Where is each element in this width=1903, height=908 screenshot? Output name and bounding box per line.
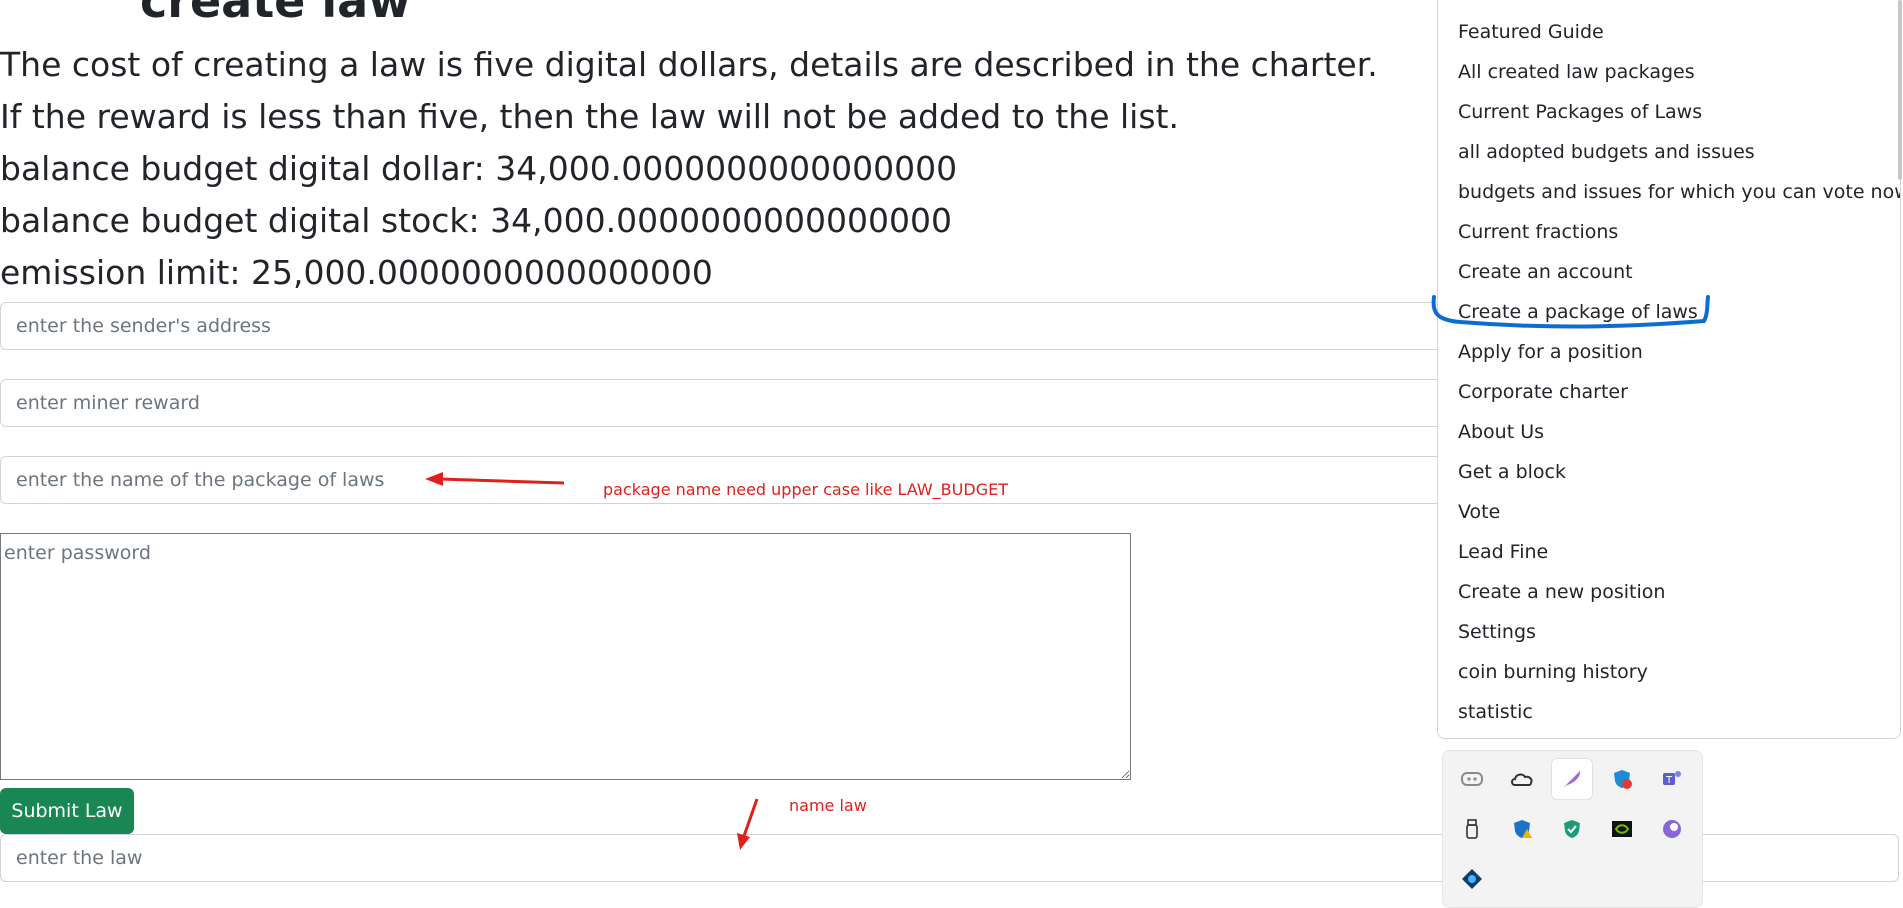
menu-item-all-created-law-packages[interactable]: All created law packages (1438, 52, 1900, 92)
discord-icon[interactable] (1452, 759, 1492, 799)
menu-item-corporate-charter[interactable]: Corporate charter (1438, 372, 1900, 412)
shield-check-icon[interactable] (1552, 809, 1592, 849)
menu-scrollbar[interactable] (1898, 0, 1902, 180)
stock-balance-text: balance budget digital stock: 34,000.000… (0, 201, 953, 240)
menu-item-get-block[interactable]: Get a block (1438, 452, 1900, 492)
teams-icon[interactable]: T (1652, 759, 1692, 799)
page-title: create law (140, 0, 411, 28)
browser-icon[interactable] (1652, 809, 1692, 849)
menu-item-apply-for-position[interactable]: Apply for a position (1438, 332, 1900, 372)
menu-item-create-new-position[interactable]: Create a new position (1438, 572, 1900, 612)
nav-dropdown-menu: Featured Guide All created law packages … (1437, 0, 1901, 739)
menu-item-about-us[interactable]: About Us (1438, 412, 1900, 452)
name-law-annotation: name law (789, 796, 867, 815)
menu-item-settings[interactable]: Settings (1438, 612, 1900, 652)
security-shield-icon[interactable] (1602, 759, 1642, 799)
system-tray-flyout: T (1442, 750, 1703, 908)
menu-item-statistic[interactable]: statistic (1438, 692, 1900, 732)
cost-info-text: The cost of creating a law is five digit… (0, 45, 1378, 84)
svg-text:T: T (1665, 775, 1673, 786)
emission-limit-text: emission limit: 25,000.0000000000000000 (0, 253, 713, 292)
menu-item-votable-budgets[interactable]: budgets and issues for which you can vot… (1438, 172, 1900, 212)
package-name-annotation: package name need upper case like LAW_BU… (603, 480, 1008, 499)
menu-item-adopted-budgets[interactable]: all adopted budgets and issues (1438, 132, 1900, 172)
reward-info-text: If the reward is less than five, then th… (0, 97, 1179, 136)
submit-law-button[interactable]: Submit Law (0, 788, 134, 834)
menu-item-current-fractions[interactable]: Current fractions (1438, 212, 1900, 252)
usb-drive-icon[interactable] (1452, 809, 1492, 849)
menu-item-current-packages-of-laws[interactable]: Current Packages of Laws (1438, 92, 1900, 132)
menu-item-create-package-of-laws[interactable]: Create a package of laws (1438, 292, 1900, 332)
password-field[interactable] (0, 533, 1131, 780)
feather-pen-icon[interactable] (1552, 759, 1592, 799)
diamond-app-icon[interactable] (1452, 859, 1492, 899)
onedrive-cloud-icon[interactable] (1502, 759, 1542, 799)
menu-item-create-account[interactable]: Create an account (1438, 252, 1900, 292)
nvidia-icon[interactable] (1602, 809, 1642, 849)
dollar-balance-text: balance budget digital dollar: 34,000.00… (0, 149, 958, 188)
defender-warning-icon[interactable] (1502, 809, 1542, 849)
menu-item-vote[interactable]: Vote (1438, 492, 1900, 532)
menu-item-lead-fine[interactable]: Lead Fine (1438, 532, 1900, 572)
menu-item-featured-guide[interactable]: Featured Guide (1438, 12, 1900, 52)
menu-item-coin-burning-history[interactable]: coin burning history (1438, 652, 1900, 692)
